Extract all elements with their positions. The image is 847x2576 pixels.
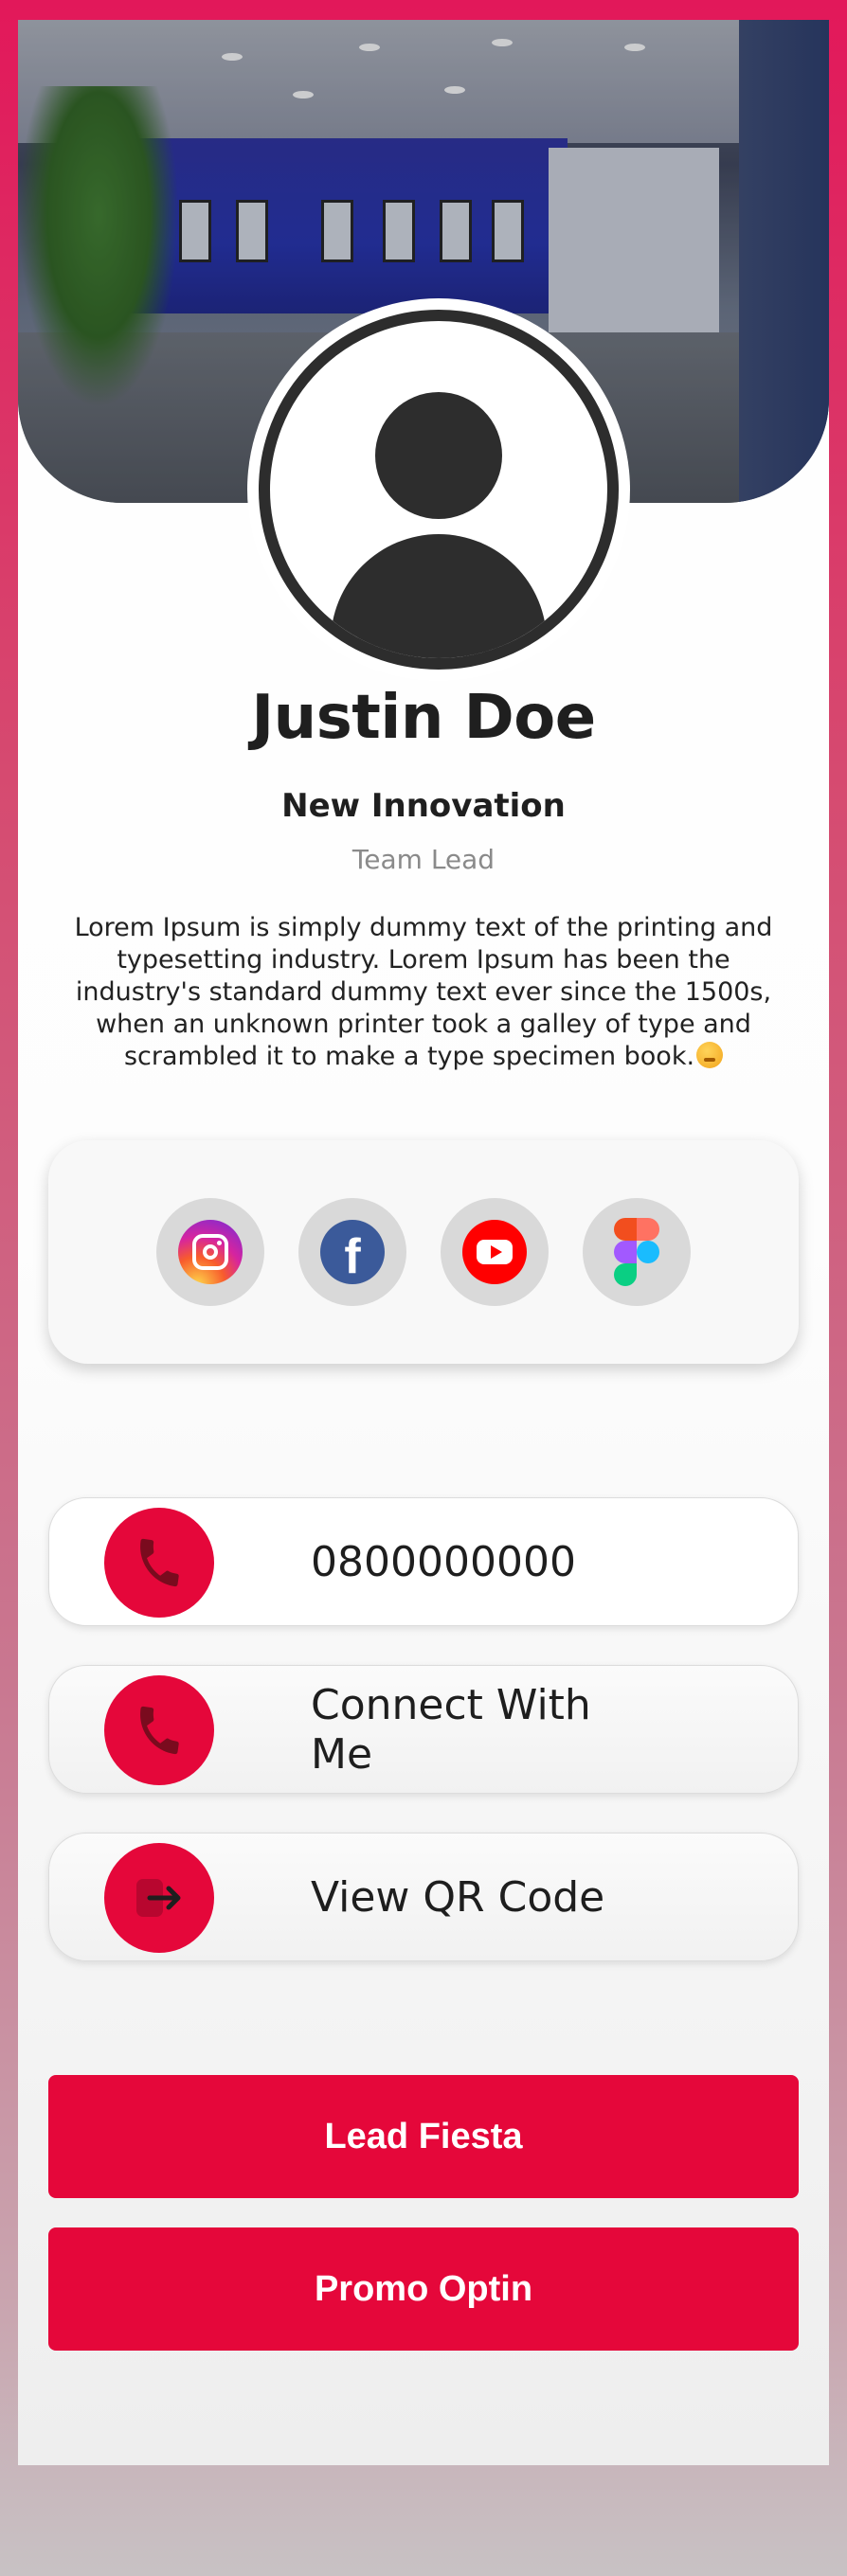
connect-label: Connect With Me [311, 1681, 591, 1779]
qr-label: View QR Code [311, 1873, 605, 1922]
bio-text: Lorem Ipsum is simply dummy text of the … [74, 913, 773, 1071]
phone-button[interactable]: 0800000000 [48, 1497, 799, 1626]
figma-link[interactable] [583, 1198, 691, 1306]
youtube-icon [462, 1220, 527, 1284]
instagram-icon [178, 1220, 243, 1284]
profile-card: Justin Doe New Innovation Team Lead Lore… [18, 20, 829, 2465]
qr-code-button[interactable]: View QR Code [48, 1833, 799, 1961]
exit-arrow-icon [104, 1843, 214, 1953]
company-name: New Innovation [281, 787, 566, 825]
phone-number: 0800000000 [311, 1538, 576, 1586]
youtube-link[interactable] [441, 1198, 549, 1306]
promo-optin-button[interactable]: Promo Optin [48, 2227, 799, 2351]
facebook-icon: f [320, 1220, 385, 1284]
instagram-link[interactable] [156, 1198, 264, 1306]
profile-name: Justin Doe [251, 683, 596, 753]
job-title: Team Lead [351, 844, 496, 875]
phone-icon [104, 1508, 214, 1618]
upside-down-smile-icon [696, 1042, 724, 1068]
connect-button[interactable]: Connect With Me [48, 1665, 799, 1794]
phone-icon [104, 1675, 214, 1785]
facebook-link[interactable]: f [298, 1198, 406, 1306]
avatar [247, 298, 630, 681]
figma-icon [614, 1218, 659, 1286]
user-avatar-icon [259, 310, 619, 670]
social-links: f [48, 1140, 799, 1364]
lead-fiesta-button[interactable]: Lead Fiesta [48, 2075, 799, 2198]
